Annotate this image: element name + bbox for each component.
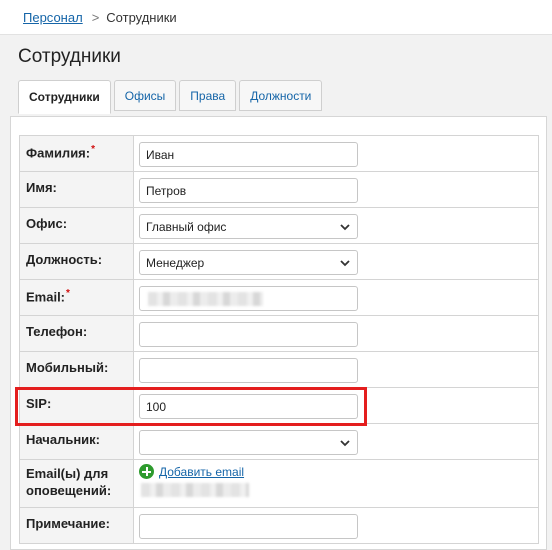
note-field[interactable] [139,514,358,539]
redacted-notify-email [141,483,249,497]
chevron-down-icon [340,224,350,231]
office-label: Офис: [19,207,134,244]
tab-positions[interactable]: Должности [239,80,323,111]
chevron-down-icon [340,260,350,267]
first-name-field[interactable]: Петров [139,178,358,203]
form-row-first-name: Имя: Петров [19,171,539,208]
required-mark: * [91,144,96,155]
form-row-phone: Телефон: [19,315,539,352]
last-name-field[interactable]: Иван [139,142,358,167]
form-row-manager: Начальник: [19,423,539,460]
last-name-label: Фамилия: [26,145,91,161]
add-email-label: Добавить email [159,464,245,479]
phone-label: Телефон: [19,315,134,352]
tab-bar: Сотрудники Офисы Права Должности [18,80,323,114]
tab-employees[interactable]: Сотрудники [18,80,111,114]
form-row-sip: SIP: 100 [19,387,539,424]
notify-emails-label: Email(ы) для оповещений: [19,459,134,508]
chevron-down-icon [340,440,350,447]
form-row-note: Примечание: [19,507,539,544]
first-name-label: Имя: [19,171,134,208]
plus-circle-icon [139,464,154,479]
form-row-last-name: Фамилия:* Иван [19,135,539,172]
office-select-value: Главный офис [146,219,227,234]
mobile-label: Мобильный: [19,351,134,388]
form-row-office: Офис: Главный офис [19,207,539,244]
page-body: Сотрудники Сотрудники Офисы Права Должно… [0,35,552,550]
email-label: Email: [26,289,66,305]
phone-field[interactable] [139,322,358,347]
office-select[interactable]: Главный офис [139,214,358,239]
sip-field[interactable]: 100 [139,394,358,419]
breadcrumb-current: Сотрудники [106,9,177,25]
employee-form: Фамилия:* Иван Имя: Петров Офис: Главный… [19,135,539,544]
email-field[interactable] [139,286,358,311]
mobile-field[interactable] [139,358,358,383]
tab-rights[interactable]: Права [179,80,237,111]
redacted-email [148,291,263,306]
breadcrumb-link-personnel[interactable]: Персонал [23,10,83,25]
manager-label: Начальник: [19,423,134,460]
sip-label: SIP: [19,387,134,424]
page-title: Сотрудники [18,46,121,67]
breadcrumb: Персонал > Сотрудники [0,0,552,35]
position-select-value: Менеджер [146,255,205,270]
position-select[interactable]: Менеджер [139,250,358,275]
position-label: Должность: [19,243,134,280]
form-row-notify-emails: Email(ы) для оповещений: Добавить email [19,459,539,508]
add-email-link[interactable]: Добавить email [139,464,538,479]
form-row-mobile: Мобильный: [19,351,539,388]
breadcrumb-separator-icon: > [91,9,100,25]
form-row-position: Должность: Менеджер [19,243,539,280]
form-row-email: Email:* [19,279,539,316]
note-label: Примечание: [19,507,134,544]
manager-select[interactable] [139,430,358,455]
tab-offices[interactable]: Офисы [113,80,177,111]
employee-form-panel: Фамилия:* Иван Имя: Петров Офис: Главный… [10,116,547,550]
required-mark: * [66,288,70,299]
